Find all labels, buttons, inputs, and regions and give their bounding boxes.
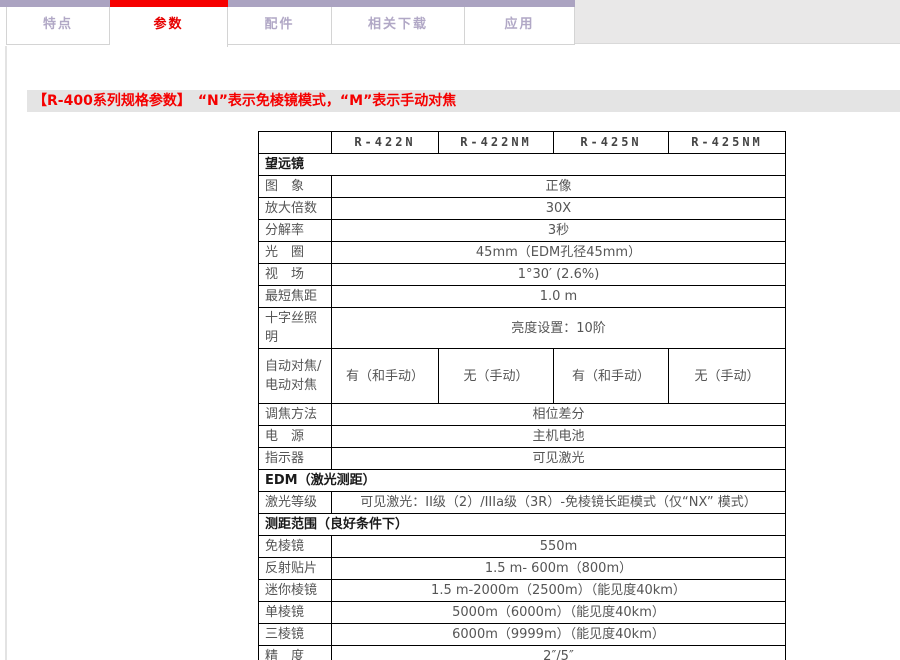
spec-label: 电 源: [259, 426, 332, 448]
model-header: R-422NM: [439, 132, 554, 154]
model-header: R-422N: [332, 132, 439, 154]
spec-value: 550m: [332, 536, 786, 558]
spec-value: 主机电池: [332, 426, 786, 448]
table-row: 单棱镜5000m（6000m）（能见度40km）: [259, 602, 786, 624]
spec-value: 3秒: [332, 220, 786, 242]
table-row: 视 场1°30′ (2.6%): [259, 264, 786, 286]
table-row: 放大倍数30X: [259, 198, 786, 220]
tab-specs[interactable]: 参数: [110, 7, 228, 47]
spec-label: 精 度: [259, 646, 332, 660]
spec-label: 反射贴片: [259, 558, 332, 580]
spec-label: 单棱镜: [259, 602, 332, 624]
tab-downloads[interactable]: 相关下载: [332, 7, 465, 45]
spec-value: 45mm（EDM孔径45mm）: [332, 242, 786, 264]
table-row: 迷你棱镜1.5 m-2000m（2500m）（能见度40km）: [259, 580, 786, 602]
page: 特点 参数 配件 相关下载 应用 【R-400系列规格参数】 “N”表示免棱镜模…: [0, 0, 900, 660]
spec-value: 1°30′ (2.6%): [332, 264, 786, 286]
spec-label: 自动对焦/ 电动对焦: [259, 349, 332, 404]
section-header: 测距范围（良好条件下）: [259, 514, 786, 536]
spec-label: 视 场: [259, 264, 332, 286]
table-row: 免棱镜550m: [259, 536, 786, 558]
tab-applications[interactable]: 应用: [465, 7, 575, 45]
table-row: 精 度2″/5″: [259, 646, 786, 660]
spec-value: 5000m（6000m）（能见度40km）: [332, 602, 786, 624]
spec-label: 放大倍数: [259, 198, 332, 220]
active-tab-indicator: [110, 0, 228, 7]
spec-label: 十字丝照明: [259, 308, 332, 349]
table-row: 图 象正像: [259, 176, 786, 198]
spec-value: 1.0 m: [332, 286, 786, 308]
spec-value: 30X: [332, 198, 786, 220]
table-row: 调焦方法相位差分: [259, 404, 786, 426]
table-row: 电 源主机电池: [259, 426, 786, 448]
spec-value: 无（手动）: [669, 349, 786, 404]
table-row: 指示器可见激光: [259, 448, 786, 470]
tabstrip-top-bar: [0, 0, 575, 7]
model-header: R-425N: [554, 132, 669, 154]
spec-value: 相位差分: [332, 404, 786, 426]
spec-label: 光 圈: [259, 242, 332, 264]
spec-label: 迷你棱镜: [259, 580, 332, 602]
corner-cell: [259, 132, 332, 154]
table-row: 分解率3秒: [259, 220, 786, 242]
spec-label: 激光等级: [259, 492, 332, 514]
spec-value: 有（和手动）: [554, 349, 669, 404]
section-heading: 【R-400系列规格参数】 “N”表示免棱镜模式，“M”表示手动对焦: [27, 90, 900, 112]
section-header: 望远镜: [259, 154, 786, 176]
spec-label: 指示器: [259, 448, 332, 470]
spec-value: 1.5 m-2000m（2500m）（能见度40km）: [332, 580, 786, 602]
spec-value: 6000m（9999m）（能见度40km）: [332, 624, 786, 646]
model-header: R-425NM: [669, 132, 786, 154]
spec-table-body: R-422NR-422NMR-425NR-425NM望远镜图 象正像放大倍数30…: [259, 132, 786, 660]
table-row: 光 圈45mm（EDM孔径45mm）: [259, 242, 786, 264]
spec-value: 2″/5″: [332, 646, 786, 660]
spec-label: 调焦方法: [259, 404, 332, 426]
spec-label: 图 象: [259, 176, 332, 198]
spec-label: 三棱镜: [259, 624, 332, 646]
spec-value: 可见激光：II级（2）/IIIa级（3R）-免棱镜长距模式（仅“NX” 模式）: [332, 492, 786, 514]
spec-value: 正像: [332, 176, 786, 198]
spec-label: 分解率: [259, 220, 332, 242]
table-row: 反射贴片1.5 m- 600m（800m）: [259, 558, 786, 580]
table-row: 望远镜: [259, 154, 786, 176]
spec-table: R-422NR-422NMR-425NR-425NM望远镜图 象正像放大倍数30…: [258, 131, 786, 660]
spec-value: 亮度设置：10阶: [332, 308, 786, 349]
spec-value: 有（和手动）: [332, 349, 439, 404]
section-header: EDM（激光测距）: [259, 470, 786, 492]
table-row: 激光等级可见激光：II级（2）/IIIa级（3R）-免棱镜长距模式（仅“NX” …: [259, 492, 786, 514]
spec-label: 免棱镜: [259, 536, 332, 558]
table-row: 十字丝照明亮度设置：10阶: [259, 308, 786, 349]
spec-value: 无（手动）: [439, 349, 554, 404]
table-row: EDM（激光测距）: [259, 470, 786, 492]
spec-value: 可见激光: [332, 448, 786, 470]
tab-features[interactable]: 特点: [6, 7, 110, 45]
tabstrip-filler: [575, 0, 900, 44]
model-header-row: R-422NR-422NMR-425NR-425NM: [259, 132, 786, 154]
spec-label: 最短焦距: [259, 286, 332, 308]
tab-accessories[interactable]: 配件: [228, 7, 332, 45]
table-row: 测距范围（良好条件下）: [259, 514, 786, 536]
content-left-border: [5, 46, 7, 660]
table-row: 最短焦距1.0 m: [259, 286, 786, 308]
table-row: 自动对焦/ 电动对焦有（和手动）无（手动）有（和手动）无（手动）: [259, 349, 786, 404]
spec-value: 1.5 m- 600m（800m）: [332, 558, 786, 580]
table-row: 三棱镜6000m（9999m）（能见度40km）: [259, 624, 786, 646]
